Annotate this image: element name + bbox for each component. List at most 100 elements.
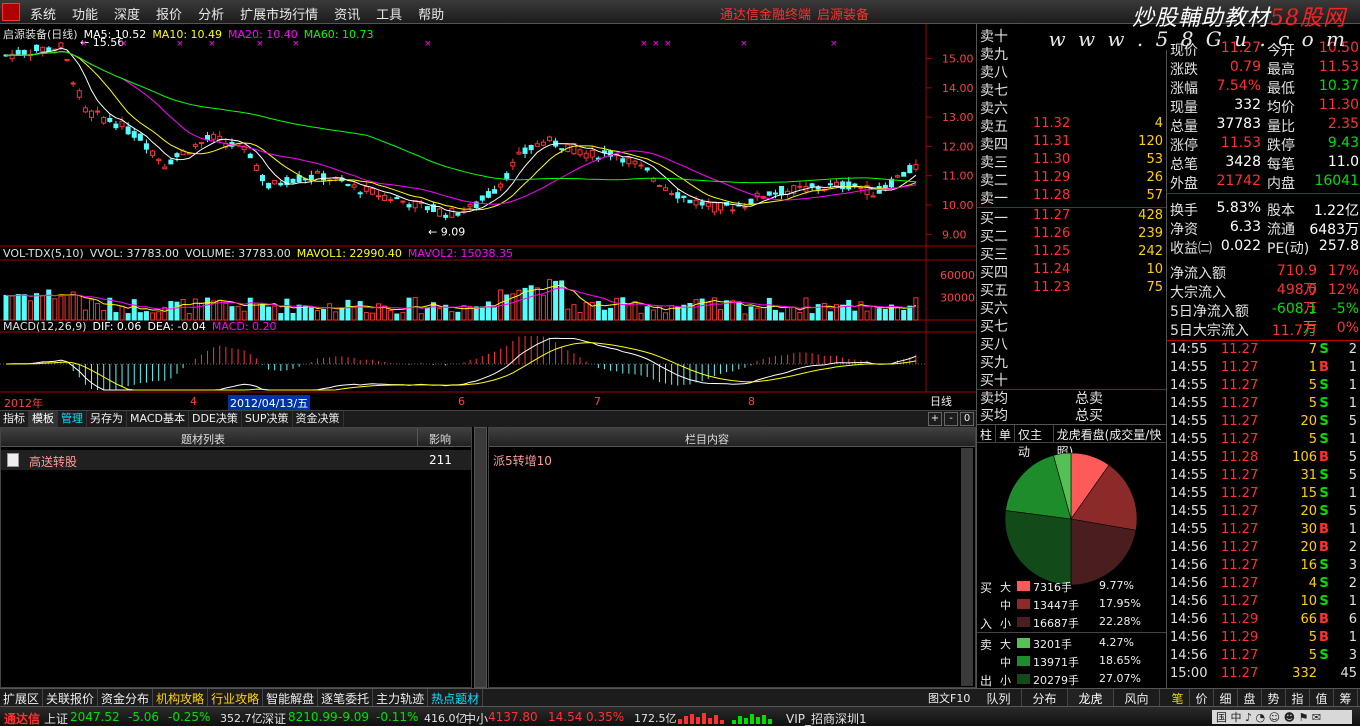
tick-count: 1 [1348,378,1357,393]
candlestick-series[interactable] [3,41,919,221]
topic-list-column[interactable]: 题材列表 [181,431,225,447]
indicator-tab-2[interactable]: 管理 [58,411,87,427]
detail-tab-7[interactable]: 筹 [1334,689,1358,707]
topic-row[interactable]: 高送转股 211 [1,450,471,470]
volume-bar [882,308,888,321]
chart-canvas[interactable]: 15.00 14.00 13.00 12.00 11.00 10.00 9.00 60000 3… [0,24,976,410]
server-name[interactable]: VIP_招商深圳1 [786,710,867,726]
stock-name-link[interactable]: 启源装备 [817,4,869,23]
menu-item-4[interactable]: 分析 [190,0,232,24]
event-marker-icon[interactable]: × [424,39,432,49]
volume-bar [192,298,198,321]
pie-tab-3[interactable]: 龙虎看盘(成交量/快照) [1054,425,1167,459]
sell-level-4[interactable]: 卖七 [977,80,1167,99]
buy-level-2[interactable]: 买二 11.26 239 [977,226,1167,245]
zoom-out-button[interactable]: - [944,412,958,426]
detail-tab-3[interactable]: 盘 [1238,689,1262,707]
volume-bar [418,313,424,321]
sell-level-8[interactable]: 卖三 11.30 53 [977,152,1167,171]
indicator-tab-1[interactable]: 模板 [29,411,58,427]
menu-item-7[interactable]: 工具 [368,0,410,24]
detail-tab-1[interactable]: 价 [1190,689,1214,707]
terminal-title-link[interactable]: 通达信金融终端 [720,4,811,23]
buy-level-4[interactable]: 买四 11.24 10 [977,262,1167,281]
indicator-tab-4[interactable]: MACD基本 [127,411,189,427]
sell-level-label: 卖十 [980,29,1008,45]
buy-level-price: 11.23 [1033,280,1071,295]
book-tab-3[interactable]: 风向 [1114,689,1160,707]
sell-level-6[interactable]: 卖五 11.32 4 [977,116,1167,135]
sh-index-change: -5.06 [128,710,160,724]
indicator-tab-7[interactable]: 资金决策 [293,411,344,427]
pie-tab-1[interactable]: 单 [996,425,1016,442]
impact-column[interactable]: 影响 [429,431,451,447]
period-button[interactable]: 日线 [930,393,952,409]
candle-body [400,200,406,203]
buy-level-1[interactable]: 买一 11.27 428 [977,208,1167,227]
kline-chart[interactable]: 15.00 14.00 13.00 12.00 11.00 10.00 9.00 60000 3… [0,24,976,411]
volume-bar [101,309,107,321]
pie-tab-0[interactable]: 柱 [977,425,997,442]
indicator-tab-3[interactable]: 另存为 [87,411,127,427]
event-marker-icon[interactable]: × [664,39,672,49]
zoom-in-button[interactable]: + [928,412,942,426]
candle-body [681,195,687,199]
detail-tab-5[interactable]: 指 [1286,689,1310,707]
content-scrollbar[interactable] [961,448,973,686]
buy-level-6[interactable]: 买六 [977,298,1167,317]
indicator-tab-0[interactable]: 指标 [0,411,29,427]
pie-tab-2[interactable]: 仅主动 [1015,425,1054,459]
sell-level-volume: 57 [1146,188,1163,203]
detail-tab-2[interactable]: 细 [1214,689,1238,707]
menu-item-0[interactable]: 系统 [22,0,64,24]
indicator-tab-6[interactable]: SUP决策 [242,411,293,427]
sell-level-10[interactable]: 卖一 11.28 57 [977,188,1167,207]
sell-level-9[interactable]: 卖二 11.29 26 [977,170,1167,189]
menu-item-5[interactable]: 扩展市场行情 [232,0,326,24]
sz-index-label[interactable]: 深证 [262,710,286,726]
buy-level-9[interactable]: 买九 [977,352,1167,371]
buy-level-7[interactable]: 买七 [977,316,1167,335]
menu-item-1[interactable]: 功能 [64,0,106,24]
quote-value: 5.83% [1216,200,1261,216]
candle-body [205,135,211,141]
buy-level-5[interactable]: 买五 11.23 75 [977,280,1167,299]
tick-list[interactable]: 14:55 11.27 7 S 2 14:55 11.27 1 B 1 14:55 11.27 5 S 1 1… [1166,340,1360,688]
f10-button[interactable]: 图文F10 [928,690,970,706]
detail-tab-0[interactable]: 笔 [1166,689,1190,707]
sell-level-5[interactable]: 卖六 [977,98,1167,117]
app-logo-icon[interactable] [2,3,20,21]
smb-index-label[interactable]: 中小 [464,710,488,726]
buy-level-10[interactable]: 买十 [977,370,1167,389]
menu-item-2[interactable]: 深度 [106,0,148,24]
sell-level-7[interactable]: 卖四 11.31 120 [977,134,1167,153]
buy-level-8[interactable]: 买八 [977,334,1167,353]
tick-time: 14:56 [1170,576,1208,591]
indicator-tab-5[interactable]: DDE决策 [189,411,242,427]
tick-price: 11.27 [1221,504,1259,519]
event-marker-icon[interactable]: × [652,39,660,49]
sell-level-3[interactable]: 卖八 [977,62,1167,81]
tick-row: 14:56 11.27 20 B 2 [1167,540,1360,558]
volume-bar [565,308,571,321]
detail-tab-6[interactable]: 值 [1310,689,1334,707]
volume-bar [742,313,748,321]
reset-zoom-button[interactable]: 0 [960,412,974,426]
volume-bar [284,298,290,321]
book-tab-2[interactable]: 龙虎 [1068,689,1114,707]
candle-body [540,141,546,146]
event-marker-icon[interactable]: × [640,39,648,49]
event-marker-icon[interactable]: × [830,39,838,49]
book-tab-0[interactable]: 队列 [976,689,1022,707]
book-tab-1[interactable]: 分布 [1022,689,1068,707]
sh-index-label[interactable]: 上证 [44,710,68,726]
candle-body [363,185,369,192]
menu-item-8[interactable]: 帮助 [410,0,452,24]
topic-scrollbar[interactable] [474,427,487,688]
buy-level-3[interactable]: 买三 11.25 242 [977,244,1167,263]
flow-row-1: 大宗流入 498.0万 12% [1167,282,1360,317]
detail-tab-4[interactable]: 势 [1262,689,1286,707]
menu-item-3[interactable]: 报价 [148,0,190,24]
event-marker-icon[interactable]: × [740,39,748,49]
menu-item-6[interactable]: 资讯 [326,0,368,24]
